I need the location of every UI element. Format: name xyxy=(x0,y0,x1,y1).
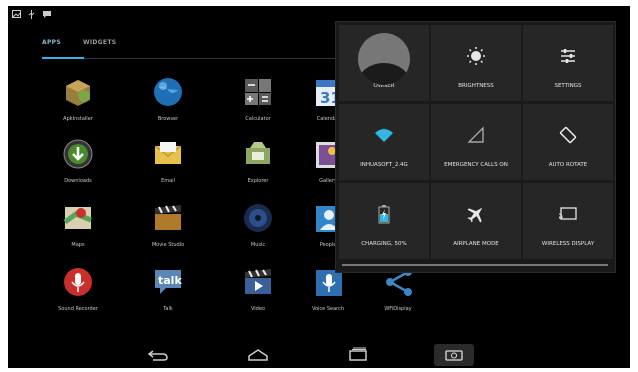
home-button[interactable] xyxy=(238,344,278,366)
chat-notification-icon xyxy=(42,10,51,18)
tab-apps[interactable]: APPS xyxy=(42,39,61,46)
talk-icon: talk xyxy=(152,266,184,298)
qs-wireless-display-tile[interactable]: WIRELESS DISPLAY xyxy=(523,183,613,259)
airplane-icon xyxy=(463,201,489,227)
qs-battery-label: CHARGING, 50% xyxy=(361,241,407,247)
app-email[interactable]: Email xyxy=(128,132,208,196)
home-icon xyxy=(247,346,269,365)
qs-signal-label: EMERGENCY CALLS ON xyxy=(444,162,508,168)
gallery-notification-icon xyxy=(12,10,21,18)
qs-brightness-tile[interactable]: BRIGHTNESS xyxy=(431,25,521,101)
qs-settings-label: SETTINGS xyxy=(554,83,582,89)
quick-settings-handle[interactable] xyxy=(342,264,608,266)
video-icon xyxy=(242,266,274,298)
qs-signal-tile[interactable]: EMERGENCY CALLS ON xyxy=(431,104,521,180)
battery-charging-icon xyxy=(371,201,397,227)
app-maps[interactable]: Maps xyxy=(38,196,118,260)
drawer-tabs: APPS WIDGETS xyxy=(42,39,116,46)
screenshot-icon xyxy=(444,346,464,365)
music-icon xyxy=(242,202,274,234)
back-icon xyxy=(147,346,169,365)
app-downloads[interactable]: Downloads xyxy=(38,132,118,196)
explorer-icon xyxy=(242,138,274,170)
app-music[interactable]: Music xyxy=(218,196,298,260)
qs-wifi-tile[interactable]: INHUASOFT_2.4G xyxy=(339,104,429,180)
app-explorer[interactable]: Explorer xyxy=(218,132,298,196)
screen: APPS WIDGETS ApkInstaller Browser Calcul… xyxy=(8,6,630,368)
tab-divider xyxy=(42,58,338,59)
app-talk[interactable]: talk Talk xyxy=(128,260,208,324)
usb-icon xyxy=(27,9,36,19)
maps-icon xyxy=(62,202,94,234)
app-browser[interactable]: Browser xyxy=(128,70,208,134)
recent-apps-icon xyxy=(347,346,369,365)
qs-owner-tile[interactable]: OWNER xyxy=(339,25,429,101)
wireless-display-icon xyxy=(555,201,581,227)
brightness-icon xyxy=(463,43,489,69)
back-button[interactable] xyxy=(138,344,178,366)
qs-settings-tile[interactable]: SETTINGS xyxy=(523,25,613,101)
calculator-icon xyxy=(242,76,274,108)
tab-active-indicator xyxy=(42,57,84,59)
qs-brightness-label: BRIGHTNESS xyxy=(458,83,494,89)
recent-apps-button[interactable] xyxy=(338,344,378,366)
downloads-icon xyxy=(62,138,94,170)
status-bar xyxy=(8,6,630,22)
qs-wireless-display-label: WIRELESS DISPLAY xyxy=(541,241,595,247)
qs-rotate-tile[interactable]: AUTO ROTATE xyxy=(523,104,613,180)
screenshot-button[interactable] xyxy=(434,344,474,366)
app-calculator[interactable]: Calculator xyxy=(218,70,298,134)
qs-battery-tile[interactable]: CHARGING, 50% xyxy=(339,183,429,259)
svg-text:talk: talk xyxy=(158,274,182,287)
movie-studio-icon xyxy=(152,202,184,234)
qs-wifi-label: INHUASOFT_2.4G xyxy=(360,162,408,168)
rotate-icon xyxy=(555,122,581,148)
browser-globe-icon xyxy=(152,76,184,108)
sound-recorder-icon xyxy=(62,266,94,298)
qs-airplane-tile[interactable]: AIRPLANE MODE xyxy=(431,183,521,259)
apk-installer-icon xyxy=(62,76,94,108)
settings-sliders-icon xyxy=(555,43,581,69)
email-icon xyxy=(152,138,184,170)
qs-airplane-label: AIRPLANE MODE xyxy=(453,241,499,247)
signal-icon xyxy=(463,122,489,148)
quick-settings-panel: OWNER BRIGHTNESS SETTINGS INHUASOFT_2.4G… xyxy=(335,21,616,273)
owner-avatar-icon xyxy=(358,33,410,85)
app-apkinstaller[interactable]: ApkInstaller xyxy=(38,70,118,134)
app-video[interactable]: Video xyxy=(218,260,298,324)
qs-rotate-label: AUTO ROTATE xyxy=(548,162,588,168)
app-sound-recorder[interactable]: Sound Recorder xyxy=(38,260,118,324)
navigation-bar xyxy=(8,341,630,368)
tab-widgets[interactable]: WIDGETS xyxy=(83,39,116,46)
app-movie-studio[interactable]: Movie Studio xyxy=(128,196,208,260)
wifi-icon xyxy=(371,122,397,148)
